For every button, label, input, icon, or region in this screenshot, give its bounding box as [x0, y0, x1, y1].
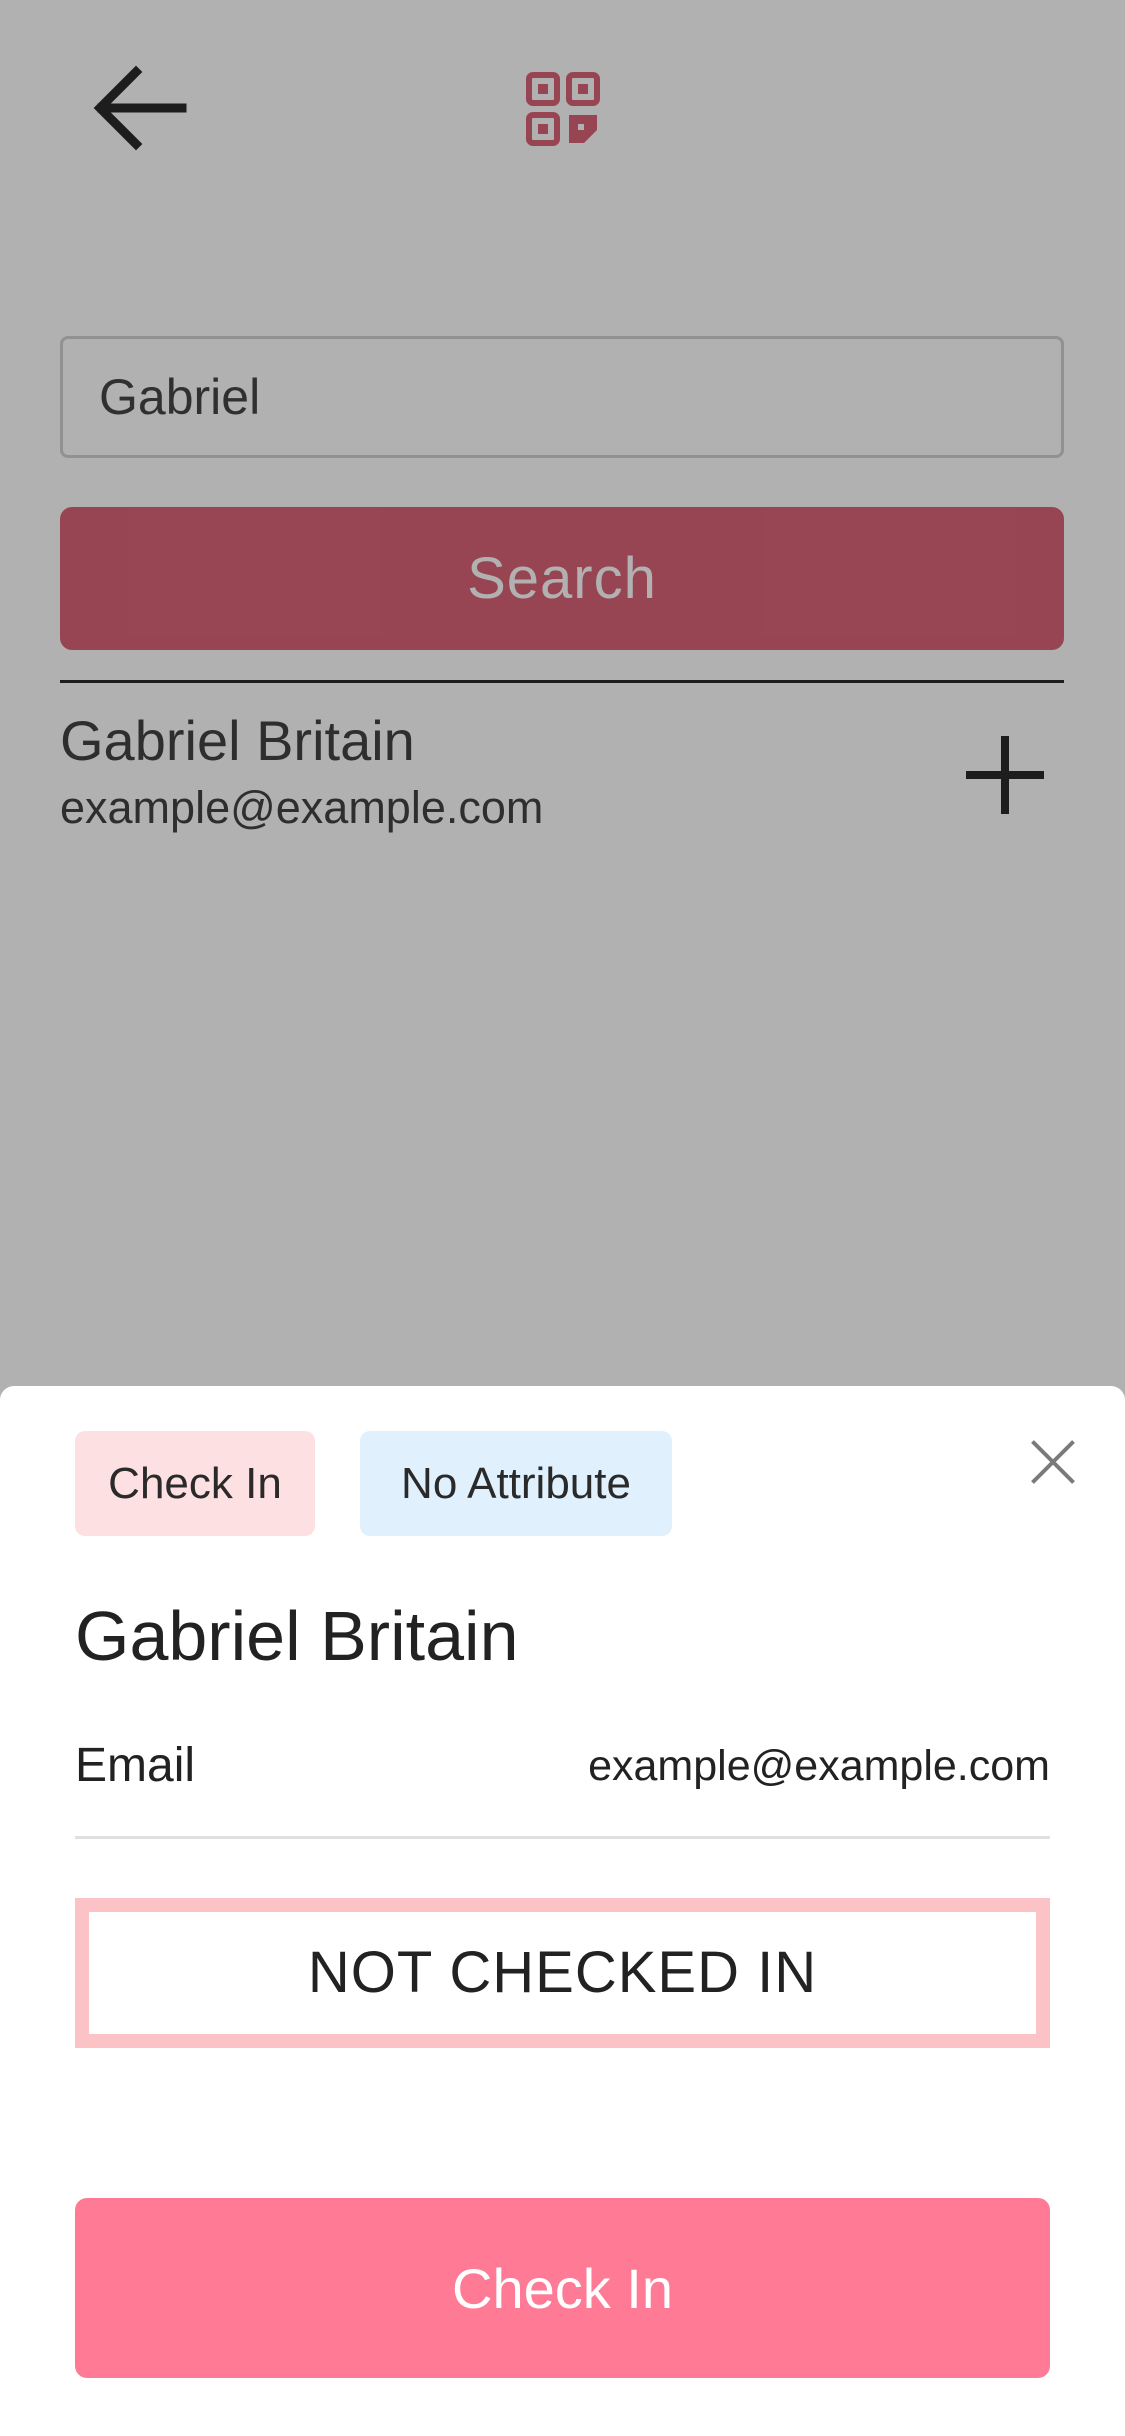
- sheet-divider: [75, 1836, 1050, 1839]
- close-icon[interactable]: [1030, 1439, 1076, 1485]
- app-screen: Search Gabriel Britain example@example.c…: [0, 0, 1125, 2436]
- check-in-chip: Check In: [75, 1431, 315, 1536]
- attendee-bottom-sheet: Check In No Attribute Gabriel Britain Em…: [0, 1386, 1125, 2436]
- email-value: example@example.com: [588, 1742, 1050, 1790]
- attendee-name: Gabriel Britain: [75, 1597, 519, 1675]
- attribute-chip: No Attribute: [360, 1431, 672, 1536]
- check-in-button[interactable]: Check In: [75, 2198, 1050, 2378]
- status-badge: NOT CHECKED IN: [75, 1898, 1050, 2048]
- email-label: Email: [75, 1739, 196, 1792]
